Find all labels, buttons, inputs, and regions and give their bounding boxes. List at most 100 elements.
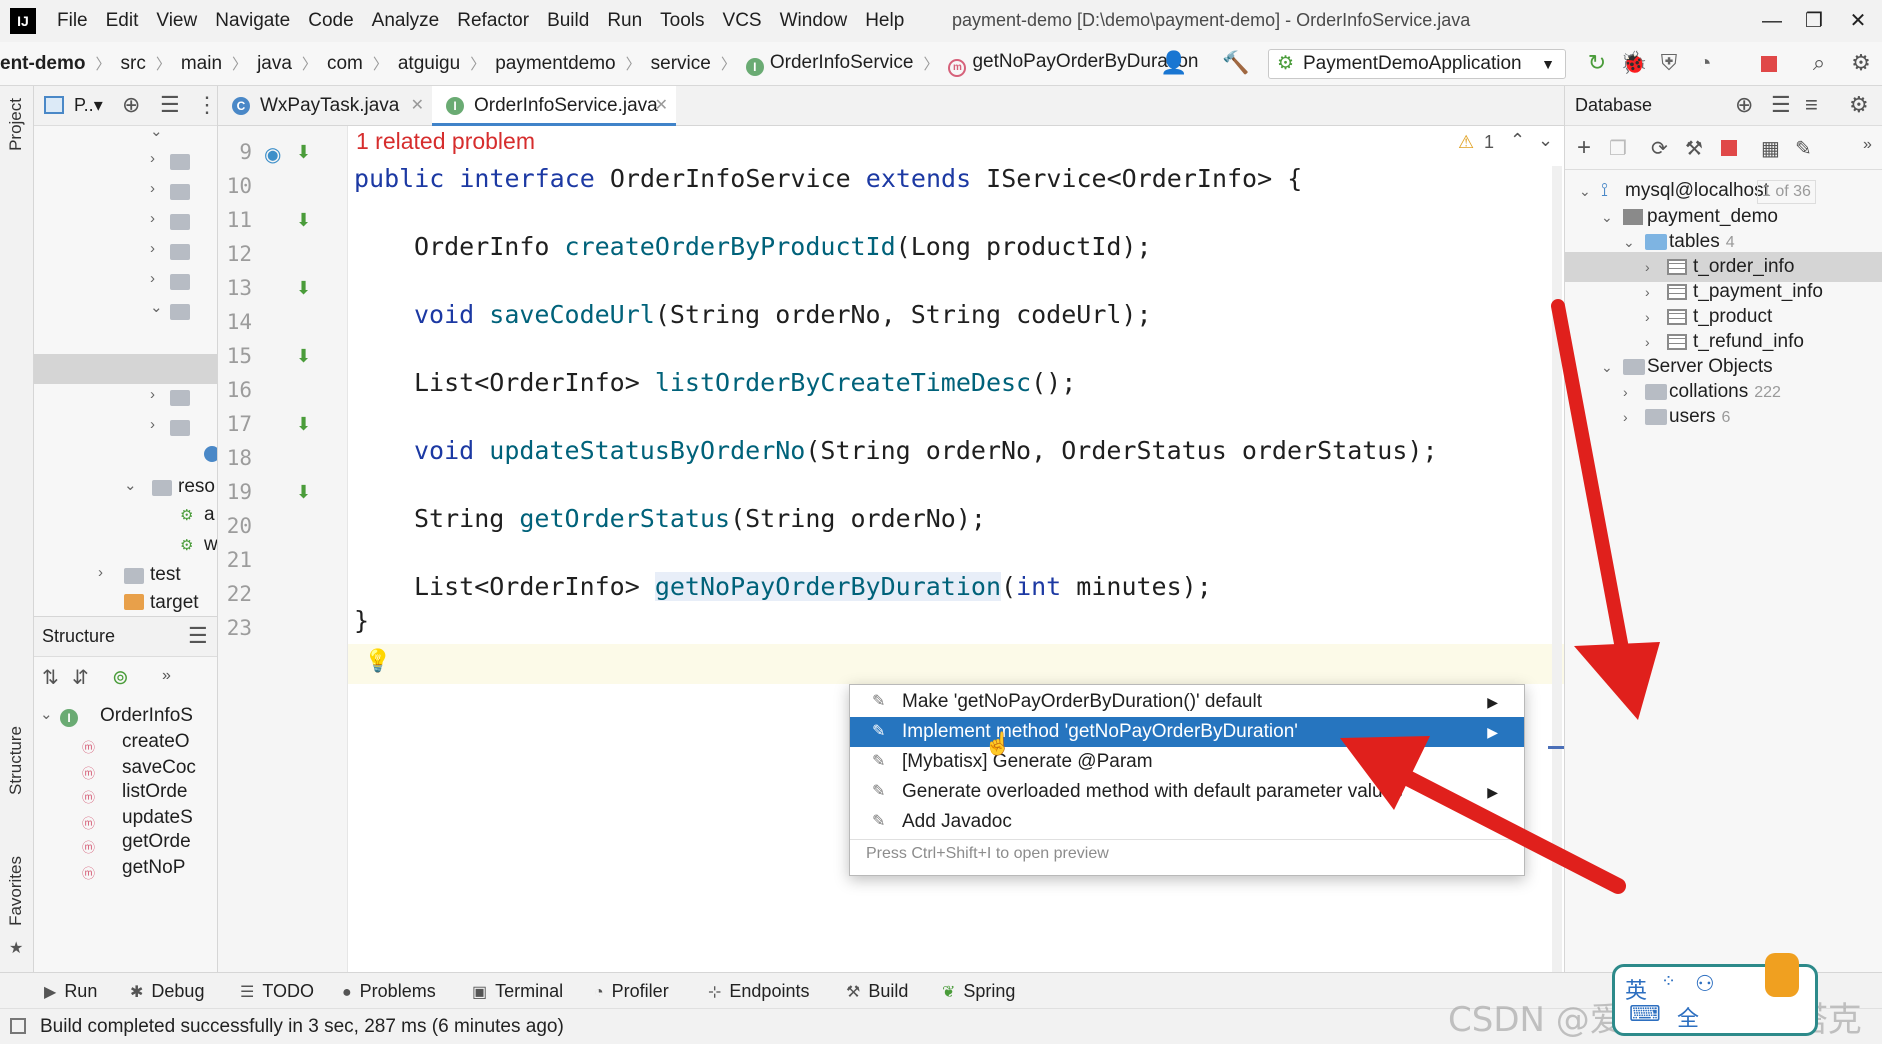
tab-wxpaytask[interactable]: C WxPayTask.java ✕ [218,86,432,126]
intention-implement-method[interactable]: ✎ Implement method 'getNoPayOrderByDurat… [850,717,1524,747]
breadcrumb-paymentdemo[interactable]: paymentdemo [493,53,617,75]
sort-alpha-icon[interactable]: ⇅ [42,665,59,690]
menu-help[interactable]: Help [856,10,913,32]
implement-marker-icon[interactable]: ⬇ [296,278,318,300]
edit-icon[interactable]: ✎ [1795,136,1812,161]
chevron-right-icon[interactable]: › [150,240,155,257]
project-view-selector[interactable]: P..▾ [74,95,103,116]
chevron-right-icon[interactable]: › [150,416,155,433]
previous-highlight-icon[interactable]: ⌃ [1510,130,1525,151]
chevron-down-icon[interactable]: ⌄ [150,298,163,316]
close-tab-icon[interactable]: ✕ [411,86,424,126]
chevron-right-icon[interactable]: ⌄ [150,122,163,140]
menu-edit[interactable]: Edit [97,10,148,32]
tree-item-resources[interactable]: reso [178,476,215,498]
tool-build[interactable]: ⚒ Build [846,973,908,1009]
more-icon[interactable]: » [1863,136,1872,154]
menu-vcs[interactable]: VCS [714,10,771,32]
chevron-right-icon[interactable]: › [150,210,155,227]
stop-icon[interactable] [1721,140,1737,156]
tool-problems[interactable]: ● Problems [342,973,436,1009]
menu-refactor[interactable]: Refactor [448,10,538,32]
ime-keyboard-icon[interactable]: ⌨ [1629,1001,1661,1027]
settings-icon[interactable]: ⚙ [1848,50,1874,76]
collapse-all-icon[interactable]: ☰ [1771,92,1791,118]
editor-scrollbar[interactable] [1552,166,1562,972]
implement-marker-icon[interactable]: ⬇ [296,414,318,436]
profiler-icon[interactable]: ◔ [1692,50,1718,76]
rerun-icon[interactable]: ↻ [1584,50,1610,76]
menu-window[interactable]: Window [771,10,857,32]
menu-tools[interactable]: Tools [651,10,713,32]
menu-file[interactable]: File [48,10,97,32]
settings-icon[interactable]: ⚙ [1849,92,1869,118]
lightbulb-icon[interactable]: 💡 [364,648,391,674]
schema-icon[interactable]: ⚒ [1685,136,1703,161]
chevron-right-icon[interactable]: › [150,386,155,403]
structure-member[interactable]: updateS [122,807,193,829]
menu-navigate[interactable]: Navigate [206,10,299,32]
menu-run[interactable]: Run [598,10,651,32]
intention-generate-overloaded[interactable]: ✎ Generate overloaded method with defaul… [850,777,1524,807]
tool-todo[interactable]: ☰ TODO [240,973,314,1009]
implement-marker-icon[interactable]: ⬇ [296,482,318,504]
locate-icon[interactable]: ⊕ [1735,92,1753,118]
breadcrumb-com[interactable]: com [325,53,365,75]
ime-fullwidth-icon[interactable]: 全 [1677,1001,1699,1033]
tab-favorites[interactable]: Favorites [6,856,26,926]
close-window-icon[interactable]: ✕ [1836,6,1880,36]
structure-member[interactable]: listOrde [122,781,187,803]
refresh-icon[interactable]: ⟳ [1651,136,1668,161]
structure-root[interactable]: OrderInfoS [100,705,193,727]
expand-icon[interactable]: ≡ [1805,92,1818,118]
options-icon[interactable]: ⋮ [196,92,217,118]
breadcrumb-main[interactable]: main [179,53,224,75]
related-problem-hint[interactable]: 1 related problem [356,128,535,155]
more-icon[interactable]: » [162,667,171,685]
breadcrumb-src[interactable]: src [119,53,148,75]
tree-item-w[interactable]: w [204,534,217,556]
status-toggle-icon[interactable] [10,1018,26,1034]
implement-marker-icon[interactable]: ⬇ [296,142,318,164]
show-inherited-icon[interactable]: ⊚ [112,665,129,690]
tool-run[interactable]: ▶ Run [44,973,97,1009]
warning-icon[interactable]: ⚠ [1458,132,1474,153]
implement-marker-icon[interactable]: ⬇ [296,210,318,232]
debug-icon[interactable]: 🐞 [1620,50,1647,76]
tab-orderinfoservice[interactable]: I OrderInfoService.java ✕ [432,86,676,126]
table-icon[interactable]: ▦ [1761,136,1780,161]
options-icon[interactable]: ☰ [188,623,208,649]
stop-icon[interactable] [1756,50,1782,76]
breadcrumb-project[interactable]: ent-demo [0,53,88,75]
sort-visibility-icon[interactable]: ⇵ [72,665,89,690]
run-configuration-dropdown[interactable]: ⚙ PaymentDemoApplication ▼ [1268,49,1566,79]
tool-debug[interactable]: ✱ Debug [130,973,204,1009]
hammer-build-icon[interactable]: 🔨 [1222,50,1249,76]
tool-endpoints[interactable]: ⊹ Endpoints [708,973,809,1009]
intention-mybatisx-param[interactable]: ✎ [Mybatisx] Generate @Param [850,747,1524,777]
implemented-marker-icon[interactable]: ◉ [264,142,286,166]
structure-member[interactable]: getNoP [122,857,185,879]
minimize-icon[interactable]: — [1750,6,1794,36]
tree-item-a[interactable]: a [204,504,215,526]
tree-item-test[interactable]: test [150,564,181,586]
breadcrumb-orderinfoservice[interactable]: I OrderInfoService [744,52,916,76]
tab-project[interactable]: Project [6,98,26,151]
menu-analyze[interactable]: Analyze [363,10,449,32]
add-icon[interactable]: + [1577,134,1591,162]
tab-structure[interactable]: Structure [6,726,26,795]
tool-terminal[interactable]: ▣ Terminal [472,973,563,1009]
tree-item-target[interactable]: target [150,592,199,614]
maximize-icon[interactable]: ❐ [1792,6,1836,36]
search-icon[interactable]: ⌕ [1806,50,1832,76]
ime-toolbar[interactable]: 英 ⁘ ⚇ ⌨ 全 [1612,953,1818,1036]
chevron-down-icon[interactable]: ⌄ [124,476,137,494]
locate-icon[interactable]: ⊕ [122,92,140,118]
menu-code[interactable]: Code [299,10,362,32]
breadcrumb-service[interactable]: service [649,53,713,75]
structure-member[interactable]: getOrde [122,831,191,853]
chevron-right-icon[interactable]: › [150,150,155,167]
intention-add-javadoc[interactable]: ✎ Add Javadoc [850,807,1524,837]
user-icon[interactable]: 👤 [1160,50,1187,76]
collapse-all-icon[interactable]: ☰ [160,92,180,118]
